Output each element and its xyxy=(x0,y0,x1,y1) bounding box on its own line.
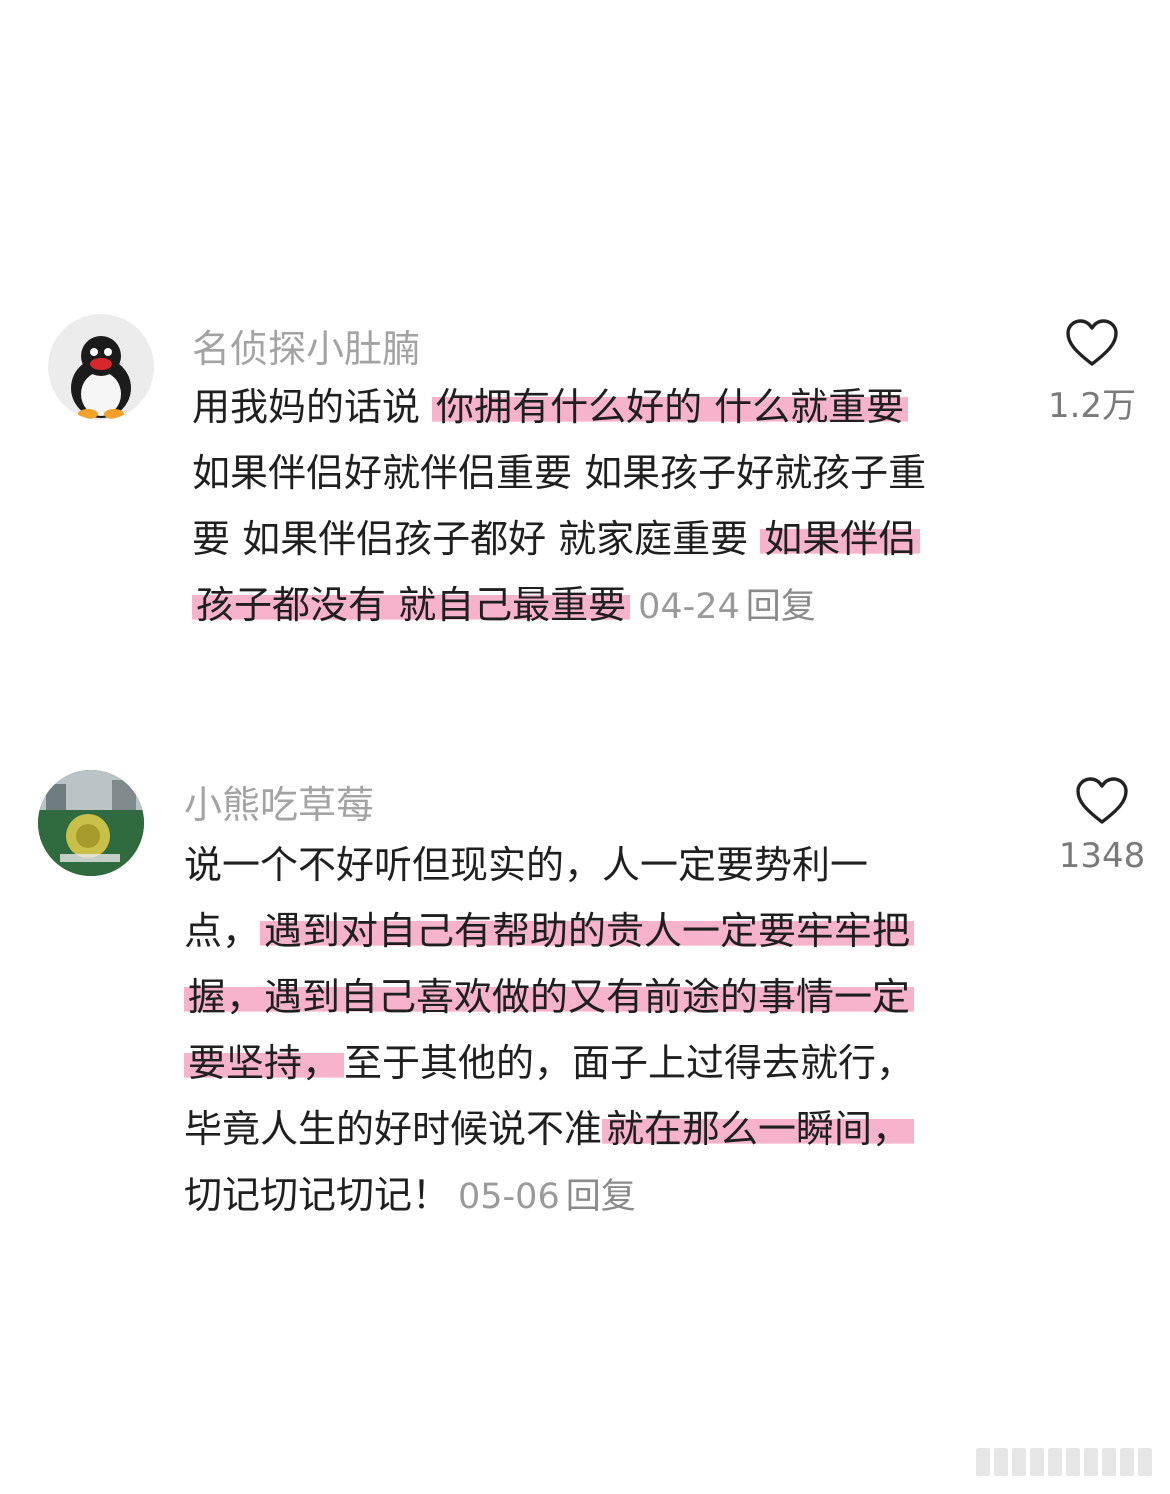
like-button[interactable]: 1.2万 xyxy=(1032,318,1152,427)
highlighted-text: 握，遇到自己喜欢做的又有前途的事情一定 xyxy=(184,975,915,1019)
reply-button[interactable]: 回复 xyxy=(746,587,816,627)
username[interactable]: 名侦探小肚腩 xyxy=(192,318,420,373)
comment-line: 如果伴侣好就伴侣重要 如果孩子好就孩子重 xyxy=(192,440,926,506)
comment-line: 切记切记切记！ 05-06 回复 xyxy=(184,1162,914,1228)
username[interactable]: 小熊吃草莓 xyxy=(184,774,374,829)
comment-line: 毕竟人生的好时候说不准 就在那么一瞬间， xyxy=(184,1096,915,1162)
comment-line: 要坚持， 至于其他的，面子上过得去就行， xyxy=(184,1030,914,1096)
comment-body: 用我妈的话说 你拥有什么好的 什么就重要如果伴侣好就伴侣重要 如果孩子好就孩子重… xyxy=(192,374,926,638)
comment-line: 握，遇到自己喜欢做的又有前途的事情一定 xyxy=(184,964,915,1030)
comment-line: 用我妈的话说 你拥有什么好的 什么就重要 xyxy=(192,374,926,440)
comment-line: 点， 遇到对自己有帮助的贵人一定要牢牢把 xyxy=(184,898,915,964)
comment-date: 05-06 xyxy=(458,1177,560,1217)
photo-avatar-icon xyxy=(38,770,144,876)
like-count: 1348 xyxy=(1058,836,1146,876)
comment-text: 毕竟人生的好时候说不准 xyxy=(184,1107,603,1151)
comment-text: 说一个不好听但现实的，人一定要势利一 xyxy=(184,843,869,887)
watermark xyxy=(976,1448,1152,1476)
comment-body: 说一个不好听但现实的，人一定要势利一 点， 遇到对自己有帮助的贵人一定要牢牢把 握，遇… xyxy=(184,832,915,1228)
user-avatar[interactable] xyxy=(38,770,144,876)
penguin-avatar-icon xyxy=(48,314,154,420)
heart-outline-icon xyxy=(1066,319,1118,366)
heart-outline-icon xyxy=(1076,777,1128,824)
highlighted-text: 要坚持， xyxy=(184,1041,345,1085)
comment-line: 孩子都没有 就自己最重要 04-24 回复 xyxy=(192,572,926,638)
highlighted-text: 遇到对自己有帮助的贵人一定要牢牢把 xyxy=(260,909,915,953)
highlighted-text: 就在那么一瞬间， xyxy=(602,1107,915,1151)
comment-line: 说一个不好听但现实的，人一定要势利一 xyxy=(184,832,914,898)
comment-text: 要 如果伴侣孩子都好 就家庭重要 xyxy=(192,517,761,561)
user-avatar[interactable] xyxy=(48,314,154,420)
comment-text: 用我妈的话说 xyxy=(192,385,433,429)
comment-meta: 04-24 回复 xyxy=(638,587,816,627)
comment-date: 04-24 xyxy=(638,587,740,627)
comment-line: 要 如果伴侣孩子都好 就家庭重要 如果伴侣 xyxy=(192,506,926,572)
highlighted-text: 孩子都没有 就自己最重要 xyxy=(192,583,631,627)
like-count: 1.2万 xyxy=(1047,386,1137,426)
comment-text: 切记切记切记！ xyxy=(184,1173,451,1217)
highlighted-text: 如果伴侣 xyxy=(760,517,921,561)
comment-text: 点， xyxy=(184,909,261,953)
reply-button[interactable]: 回复 xyxy=(566,1177,636,1217)
comment-meta: 05-06 回复 xyxy=(458,1177,636,1217)
highlighted-text: 你拥有什么好的 什么就重要 xyxy=(432,385,909,429)
comment-text: 至于其他的，面子上过得去就行， xyxy=(344,1041,915,1085)
like-button[interactable]: 1348 xyxy=(1042,776,1162,876)
comment-text: 如果伴侣好就伴侣重要 如果孩子好就孩子重 xyxy=(192,451,927,495)
